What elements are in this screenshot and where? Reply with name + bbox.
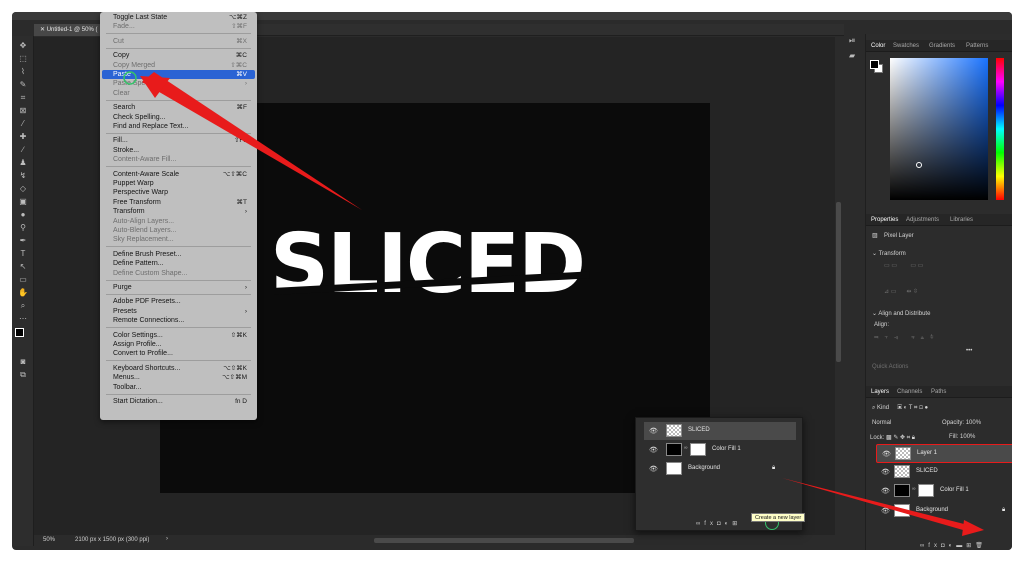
annotation-arrow-to-new-layer — [782, 478, 972, 532]
annotation-arrow-to-paste — [142, 72, 362, 210]
app-window: ✕ Untitled-1 @ 50% ( ✥ ⬚ ⌇ ✎ ⌗ ⊠ ⁄ ✚ ∕ ♟… — [12, 12, 1012, 550]
annotation-overlay — [123, 71, 984, 536]
arrow-head-new-layer — [962, 520, 984, 536]
cursor-ring — [123, 71, 137, 85]
